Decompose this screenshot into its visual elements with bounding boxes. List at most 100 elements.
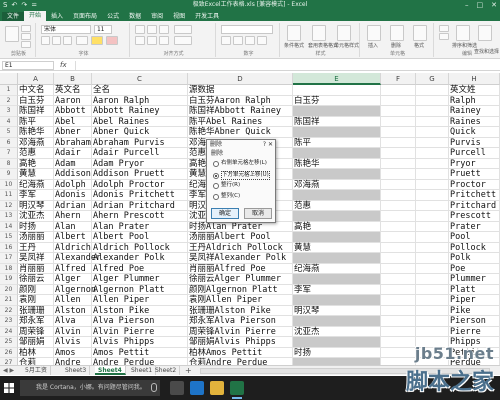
cell[interactable]: Adonis Pritchett [92,190,188,201]
row-header[interactable]: 27 [0,358,18,365]
select-all-corner[interactable] [0,73,18,85]
cell[interactable] [416,148,449,159]
cell[interactable] [416,295,449,306]
cell[interactable]: Quick [449,127,500,138]
align-left-icon[interactable] [135,36,145,45]
cell[interactable]: Allen Piper [92,295,188,306]
cell[interactable] [416,158,449,169]
sheet-tab[interactable]: Sheet2 [152,366,181,375]
cell[interactable] [293,232,381,243]
column-header[interactable]: F [381,73,416,85]
cell[interactable] [293,127,381,138]
cell[interactable] [416,169,449,180]
sheet-nav-arrows[interactable]: ◀ ▶ [3,367,14,375]
tab-insert[interactable]: 插入 [46,12,68,21]
cell[interactable]: Prescott [449,211,500,222]
help-icon[interactable]: ? [263,141,266,149]
cell[interactable]: 明汉琴 [18,200,54,211]
cell[interactable]: 陈国祥 [293,116,381,127]
ok-button[interactable]: 确定 [211,208,239,219]
cell[interactable]: 纪海燕 [293,263,381,274]
cell[interactable]: Algernon [54,284,96,295]
cell[interactable]: Abraham [54,137,92,148]
cell[interactable] [293,295,381,306]
cell[interactable]: Pritchett [449,190,500,201]
cell[interactable]: 时扬 [293,347,381,358]
task-view-icon[interactable] [170,381,184,395]
cell[interactable] [381,85,416,96]
cell[interactable]: 高艳 [293,221,381,232]
cell-styles-icon[interactable] [337,25,351,41]
cell[interactable] [293,169,381,180]
cell[interactable]: 白玉芬 [18,95,54,106]
sort-filter-icon[interactable] [456,25,470,41]
bold-icon[interactable] [41,36,50,45]
row-header[interactable]: 8 [0,158,18,169]
cell[interactable]: 范惠 [293,200,381,211]
cell[interactable]: 仓莉Andre Perdue [188,358,293,365]
align-bottom-icon[interactable] [159,25,169,34]
cell[interactable]: Adair Purcell [92,148,188,159]
cell[interactable]: Plummer [449,274,500,285]
cell[interactable]: Platt [449,284,500,295]
radio-icon[interactable] [213,160,219,167]
wrap-text-icon[interactable] [174,25,192,34]
cell[interactable] [381,253,416,264]
tab-data[interactable]: 数据 [124,12,146,21]
tab-file[interactable]: 文件 [2,12,25,21]
minimize-button[interactable]: – [465,0,469,10]
sheet-tab[interactable]: Sheet3 [62,366,91,375]
row-header[interactable]: 6 [0,137,18,148]
cell[interactable]: 中文名 [18,85,54,96]
cell[interactable]: 沈亚杰 [18,211,54,222]
decimal-icon[interactable] [257,36,267,45]
column-header[interactable]: E [293,73,381,85]
cell[interactable]: Aldrich Pollock [92,242,188,253]
insert-cells-icon[interactable] [367,25,381,41]
row-header[interactable]: 12 [0,200,18,211]
cell[interactable]: 汤丽丽Albert Pool [188,232,293,243]
cell[interactable]: Alvis Phipps [92,337,188,348]
cell[interactable]: Addison [54,169,92,180]
cell[interactable] [381,190,416,201]
cell[interactable]: Adrian [54,200,92,211]
cell[interactable] [381,263,416,274]
percent-icon[interactable] [233,36,243,45]
cell[interactable]: 仓莉 [18,358,54,365]
tab-view[interactable]: 视图 [168,12,190,21]
row-header[interactable]: 1 [0,85,18,96]
cell[interactable] [416,190,449,201]
font-name-select[interactable]: 宋体 [41,25,91,34]
cell[interactable] [381,127,416,138]
cell[interactable]: 陈平Abel Raines [188,116,293,127]
windows-start-icon[interactable] [4,383,14,393]
cell[interactable]: 明汉琴 [293,305,381,316]
cell[interactable] [293,316,381,327]
cell[interactable]: Albert [54,232,92,243]
cell[interactable]: 颜刚Algernon Platt [188,284,293,295]
cell[interactable]: Purcell [449,148,500,159]
microphone-icon[interactable] [151,383,157,392]
cell[interactable] [381,95,416,106]
row-header[interactable]: 16 [0,242,18,253]
cell[interactable] [293,337,381,348]
maximize-button[interactable]: □ [477,0,484,10]
cell[interactable]: Alfred [54,263,92,274]
sheet-tab[interactable]: 5月工资 [22,366,51,375]
cell[interactable]: 纪海燕 [18,179,54,190]
cell[interactable]: Alexander [54,253,101,264]
cell[interactable] [293,358,381,365]
cell[interactable]: Abel Raines [92,116,188,127]
cell[interactable] [381,106,416,117]
underline-icon[interactable] [63,36,72,45]
cell[interactable]: Abbott [54,106,92,117]
cell[interactable]: Raines [449,116,500,127]
cut-icon[interactable] [21,25,31,32]
cell[interactable]: Adam Pryor [92,158,188,169]
cell[interactable]: Adonis [54,190,92,201]
cancel-button[interactable]: 取消 [244,208,272,219]
cell[interactable]: Pritchard [449,200,500,211]
row-header[interactable]: 21 [0,295,18,306]
cell[interactable]: Alan Prater [92,221,188,232]
cell[interactable] [416,316,449,327]
